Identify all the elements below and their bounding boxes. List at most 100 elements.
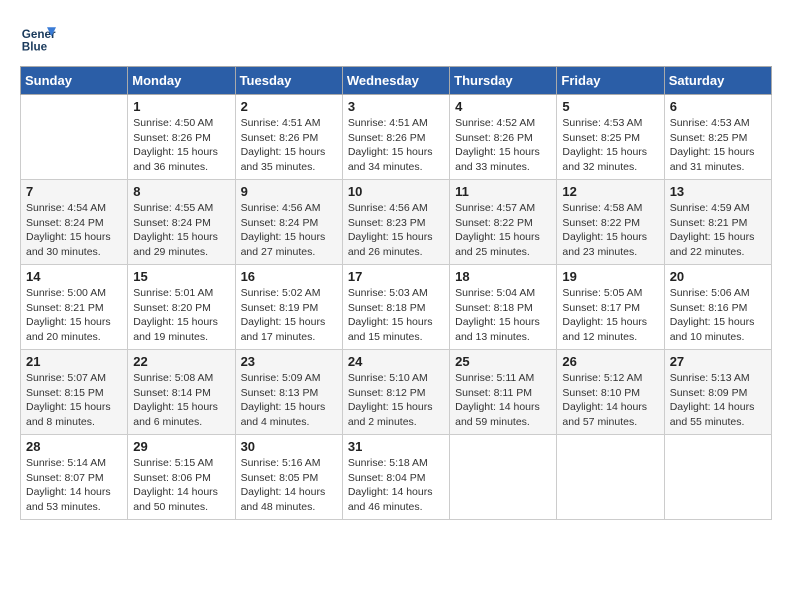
svg-text:Blue: Blue: [22, 41, 48, 54]
calendar-cell: 6 Sunrise: 4:53 AM Sunset: 8:25 PM Daylig…: [664, 95, 771, 180]
calendar-cell: 13Sunrise: 4:59 AM Sunset: 8:21 PM Dayli…: [664, 180, 771, 265]
week-row-0: 1 Sunrise: 4:50 AM Sunset: 8:26 PM Daylig…: [21, 95, 772, 180]
week-row-2: 14Sunrise: 5:00 AM Sunset: 8:21 PM Dayli…: [21, 265, 772, 350]
day-number: 9: [241, 184, 337, 199]
day-info: Sunrise: 5:07 AM Sunset: 8:15 PM Dayligh…: [26, 371, 122, 430]
header-tuesday: Tuesday: [235, 67, 342, 95]
week-row-1: 7Sunrise: 4:54 AM Sunset: 8:24 PM Daylig…: [21, 180, 772, 265]
calendar-cell: 2Sunrise: 4:51 AM Sunset: 8:26 PM Daylig…: [235, 95, 342, 180]
day-number: 16: [241, 269, 337, 284]
day-number: 10: [348, 184, 444, 199]
day-info: Sunrise: 4:53 AM Sunset: 8:25 PM Dayligh…: [670, 116, 766, 175]
day-number: 11: [455, 184, 551, 199]
calendar-cell: 25 Sunrise: 5:11 AM Sunset: 8:11 PM Dayli…: [450, 350, 557, 435]
day-info: Sunrise: 5:09 AM Sunset: 8:13 PM Dayligh…: [241, 371, 337, 430]
calendar-cell: 26Sunrise: 5:12 AM Sunset: 8:10 PM Dayli…: [557, 350, 664, 435]
calendar-cell: 10 Sunrise: 4:56 AM Sunset: 8:23 PM Dayli…: [342, 180, 449, 265]
day-number: 20: [670, 269, 766, 284]
day-info: Sunrise: 5:13 AM Sunset: 8:09 PM Dayligh…: [670, 371, 766, 430]
calendar-cell: 20 Sunrise: 5:06 AM Sunset: 8:16 PM Dayli…: [664, 265, 771, 350]
day-number: 22: [133, 354, 229, 369]
calendar-header-row: SundayMondayTuesdayWednesdayThursdayFrid…: [21, 67, 772, 95]
calendar-cell: 16 Sunrise: 5:02 AM Sunset: 8:19 PM Dayli…: [235, 265, 342, 350]
day-number: 13: [670, 184, 766, 199]
day-number: 3: [348, 99, 444, 114]
calendar-cell: [450, 435, 557, 520]
calendar-cell: 30 Sunrise: 5:16 AM Sunset: 8:05 PM Dayli…: [235, 435, 342, 520]
day-info: Sunrise: 4:51 AM Sunset: 8:26 PM Dayligh…: [348, 116, 444, 175]
day-number: 14: [26, 269, 122, 284]
calendar-table: SundayMondayTuesdayWednesdayThursdayFrid…: [20, 66, 772, 520]
calendar-cell: 1 Sunrise: 4:50 AM Sunset: 8:26 PM Daylig…: [128, 95, 235, 180]
day-number: 29: [133, 439, 229, 454]
day-info: Sunrise: 5:14 AM Sunset: 8:07 PM Dayligh…: [26, 456, 122, 515]
header-thursday: Thursday: [450, 67, 557, 95]
calendar-cell: [21, 95, 128, 180]
calendar-cell: 12 Sunrise: 4:58 AM Sunset: 8:22 PM Dayli…: [557, 180, 664, 265]
day-number: 24: [348, 354, 444, 369]
day-number: 18: [455, 269, 551, 284]
day-number: 1: [133, 99, 229, 114]
calendar-cell: 8Sunrise: 4:55 AM Sunset: 8:24 PM Daylig…: [128, 180, 235, 265]
logo: General Blue: [20, 20, 60, 56]
week-row-4: 28Sunrise: 5:14 AM Sunset: 8:07 PM Dayli…: [21, 435, 772, 520]
calendar-cell: 14Sunrise: 5:00 AM Sunset: 8:21 PM Dayli…: [21, 265, 128, 350]
calendar-cell: [664, 435, 771, 520]
day-info: Sunrise: 5:15 AM Sunset: 8:06 PM Dayligh…: [133, 456, 229, 515]
day-number: 23: [241, 354, 337, 369]
day-info: Sunrise: 5:06 AM Sunset: 8:16 PM Dayligh…: [670, 286, 766, 345]
day-info: Sunrise: 5:04 AM Sunset: 8:18 PM Dayligh…: [455, 286, 551, 345]
day-info: Sunrise: 5:02 AM Sunset: 8:19 PM Dayligh…: [241, 286, 337, 345]
header-monday: Monday: [128, 67, 235, 95]
day-info: Sunrise: 4:54 AM Sunset: 8:24 PM Dayligh…: [26, 201, 122, 260]
header-wednesday: Wednesday: [342, 67, 449, 95]
day-number: 30: [241, 439, 337, 454]
day-info: Sunrise: 4:55 AM Sunset: 8:24 PM Dayligh…: [133, 201, 229, 260]
calendar-cell: 22 Sunrise: 5:08 AM Sunset: 8:14 PM Dayli…: [128, 350, 235, 435]
day-info: Sunrise: 4:57 AM Sunset: 8:22 PM Dayligh…: [455, 201, 551, 260]
calendar-cell: 18 Sunrise: 5:04 AM Sunset: 8:18 PM Dayli…: [450, 265, 557, 350]
day-info: Sunrise: 5:16 AM Sunset: 8:05 PM Dayligh…: [241, 456, 337, 515]
calendar-cell: 5Sunrise: 4:53 AM Sunset: 8:25 PM Daylig…: [557, 95, 664, 180]
calendar-cell: 3 Sunrise: 4:51 AM Sunset: 8:26 PM Daylig…: [342, 95, 449, 180]
calendar-cell: 23 Sunrise: 5:09 AM Sunset: 8:13 PM Dayli…: [235, 350, 342, 435]
header-friday: Friday: [557, 67, 664, 95]
day-number: 19: [562, 269, 658, 284]
day-info: Sunrise: 5:03 AM Sunset: 8:18 PM Dayligh…: [348, 286, 444, 345]
calendar-cell: 11 Sunrise: 4:57 AM Sunset: 8:22 PM Dayli…: [450, 180, 557, 265]
calendar-cell: 19 Sunrise: 5:05 AM Sunset: 8:17 PM Dayli…: [557, 265, 664, 350]
calendar-cell: 7Sunrise: 4:54 AM Sunset: 8:24 PM Daylig…: [21, 180, 128, 265]
calendar-cell: 27 Sunrise: 5:13 AM Sunset: 8:09 PM Dayli…: [664, 350, 771, 435]
day-info: Sunrise: 5:11 AM Sunset: 8:11 PM Dayligh…: [455, 371, 551, 430]
calendar-cell: 24 Sunrise: 5:10 AM Sunset: 8:12 PM Dayli…: [342, 350, 449, 435]
calendar-cell: 9 Sunrise: 4:56 AM Sunset: 8:24 PM Daylig…: [235, 180, 342, 265]
day-number: 12: [562, 184, 658, 199]
day-info: Sunrise: 4:52 AM Sunset: 8:26 PM Dayligh…: [455, 116, 551, 175]
day-info: Sunrise: 4:50 AM Sunset: 8:26 PM Dayligh…: [133, 116, 229, 175]
day-number: 31: [348, 439, 444, 454]
day-number: 6: [670, 99, 766, 114]
logo-icon: General Blue: [20, 20, 56, 56]
day-number: 25: [455, 354, 551, 369]
day-number: 27: [670, 354, 766, 369]
day-info: Sunrise: 4:58 AM Sunset: 8:22 PM Dayligh…: [562, 201, 658, 260]
calendar-cell: 28Sunrise: 5:14 AM Sunset: 8:07 PM Dayli…: [21, 435, 128, 520]
day-info: Sunrise: 4:51 AM Sunset: 8:26 PM Dayligh…: [241, 116, 337, 175]
header-saturday: Saturday: [664, 67, 771, 95]
calendar-cell: 31Sunrise: 5:18 AM Sunset: 8:04 PM Dayli…: [342, 435, 449, 520]
day-info: Sunrise: 4:56 AM Sunset: 8:24 PM Dayligh…: [241, 201, 337, 260]
day-info: Sunrise: 5:01 AM Sunset: 8:20 PM Dayligh…: [133, 286, 229, 345]
day-info: Sunrise: 4:53 AM Sunset: 8:25 PM Dayligh…: [562, 116, 658, 175]
calendar-cell: 29 Sunrise: 5:15 AM Sunset: 8:06 PM Dayli…: [128, 435, 235, 520]
calendar-cell: 4 Sunrise: 4:52 AM Sunset: 8:26 PM Daylig…: [450, 95, 557, 180]
day-info: Sunrise: 5:10 AM Sunset: 8:12 PM Dayligh…: [348, 371, 444, 430]
day-number: 4: [455, 99, 551, 114]
day-number: 17: [348, 269, 444, 284]
page-header: General Blue: [20, 20, 772, 56]
day-number: 15: [133, 269, 229, 284]
day-number: 21: [26, 354, 122, 369]
day-info: Sunrise: 5:05 AM Sunset: 8:17 PM Dayligh…: [562, 286, 658, 345]
day-info: Sunrise: 5:08 AM Sunset: 8:14 PM Dayligh…: [133, 371, 229, 430]
day-info: Sunrise: 4:56 AM Sunset: 8:23 PM Dayligh…: [348, 201, 444, 260]
day-number: 26: [562, 354, 658, 369]
